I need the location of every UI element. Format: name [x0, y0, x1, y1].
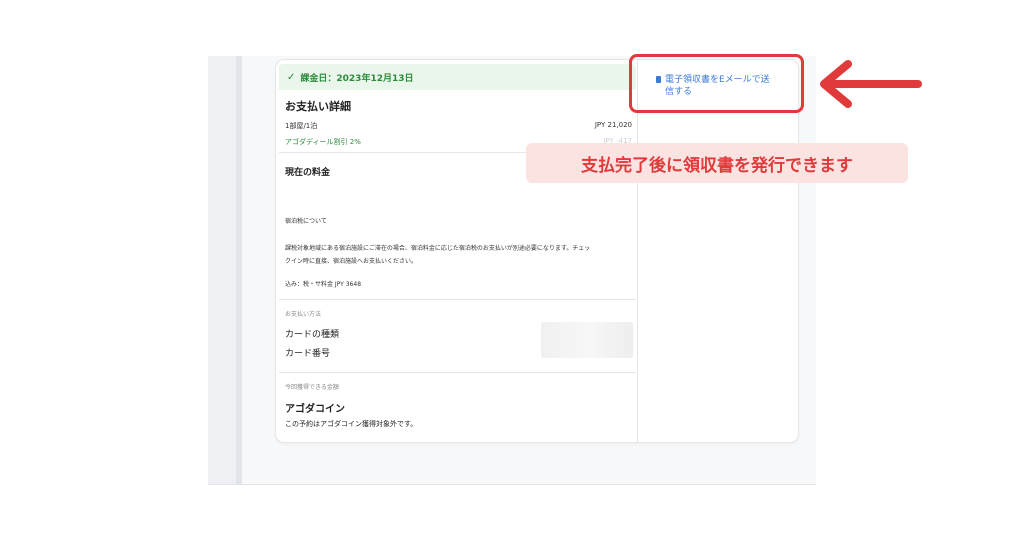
payment-method-heading: お支払い方法	[285, 311, 322, 318]
agoda-coin-title: アゴダコイン	[285, 404, 345, 415]
divider	[279, 299, 636, 300]
card-info-redacted	[541, 322, 633, 358]
check-icon: ✓	[287, 71, 296, 83]
divider	[279, 372, 636, 373]
current-price-title: 現在の料金	[285, 168, 331, 178]
discount-label: アゴダディール割引 2%	[285, 138, 361, 146]
room-nights-label: 1部屋/1泊	[285, 122, 318, 130]
earnable-heading: 今回獲得できる金額	[285, 384, 339, 391]
red-arrow-left-icon	[820, 60, 922, 108]
lodging-tax-text-line-2: クイン時に直接、宿泊施設へお支払いください。	[285, 258, 418, 265]
left-side-border	[236, 56, 242, 484]
card-number-label: カード番号	[285, 349, 331, 359]
included-tax-service: 込み：税・サ料金 JPY 3648	[285, 281, 362, 288]
annotation-callout: 支払完了後に領収書を発行できます	[526, 143, 908, 183]
payment-details-title: お支払い詳細	[285, 100, 351, 113]
lodging-tax-heading: 宿泊税について	[285, 218, 327, 225]
room-price-value: JPY 21,020	[594, 121, 632, 129]
card-column-divider	[637, 60, 638, 442]
card-type-label: カードの種類	[285, 330, 340, 340]
agoda-coin-note: この予約はアゴダコイン獲得対象外です。	[285, 420, 418, 428]
lodging-tax-text-line-1: 課税対象地域にある宿泊施設にご滞在の場合、宿泊料金に応じた宿泊税のお支払いが別途…	[285, 245, 591, 252]
charge-date-label: 課金日：2023年12月13日	[300, 73, 414, 84]
charge-date-banner: ✓ 課金日：2023年12月13日	[279, 64, 636, 90]
receipt-highlight-box	[629, 54, 804, 113]
